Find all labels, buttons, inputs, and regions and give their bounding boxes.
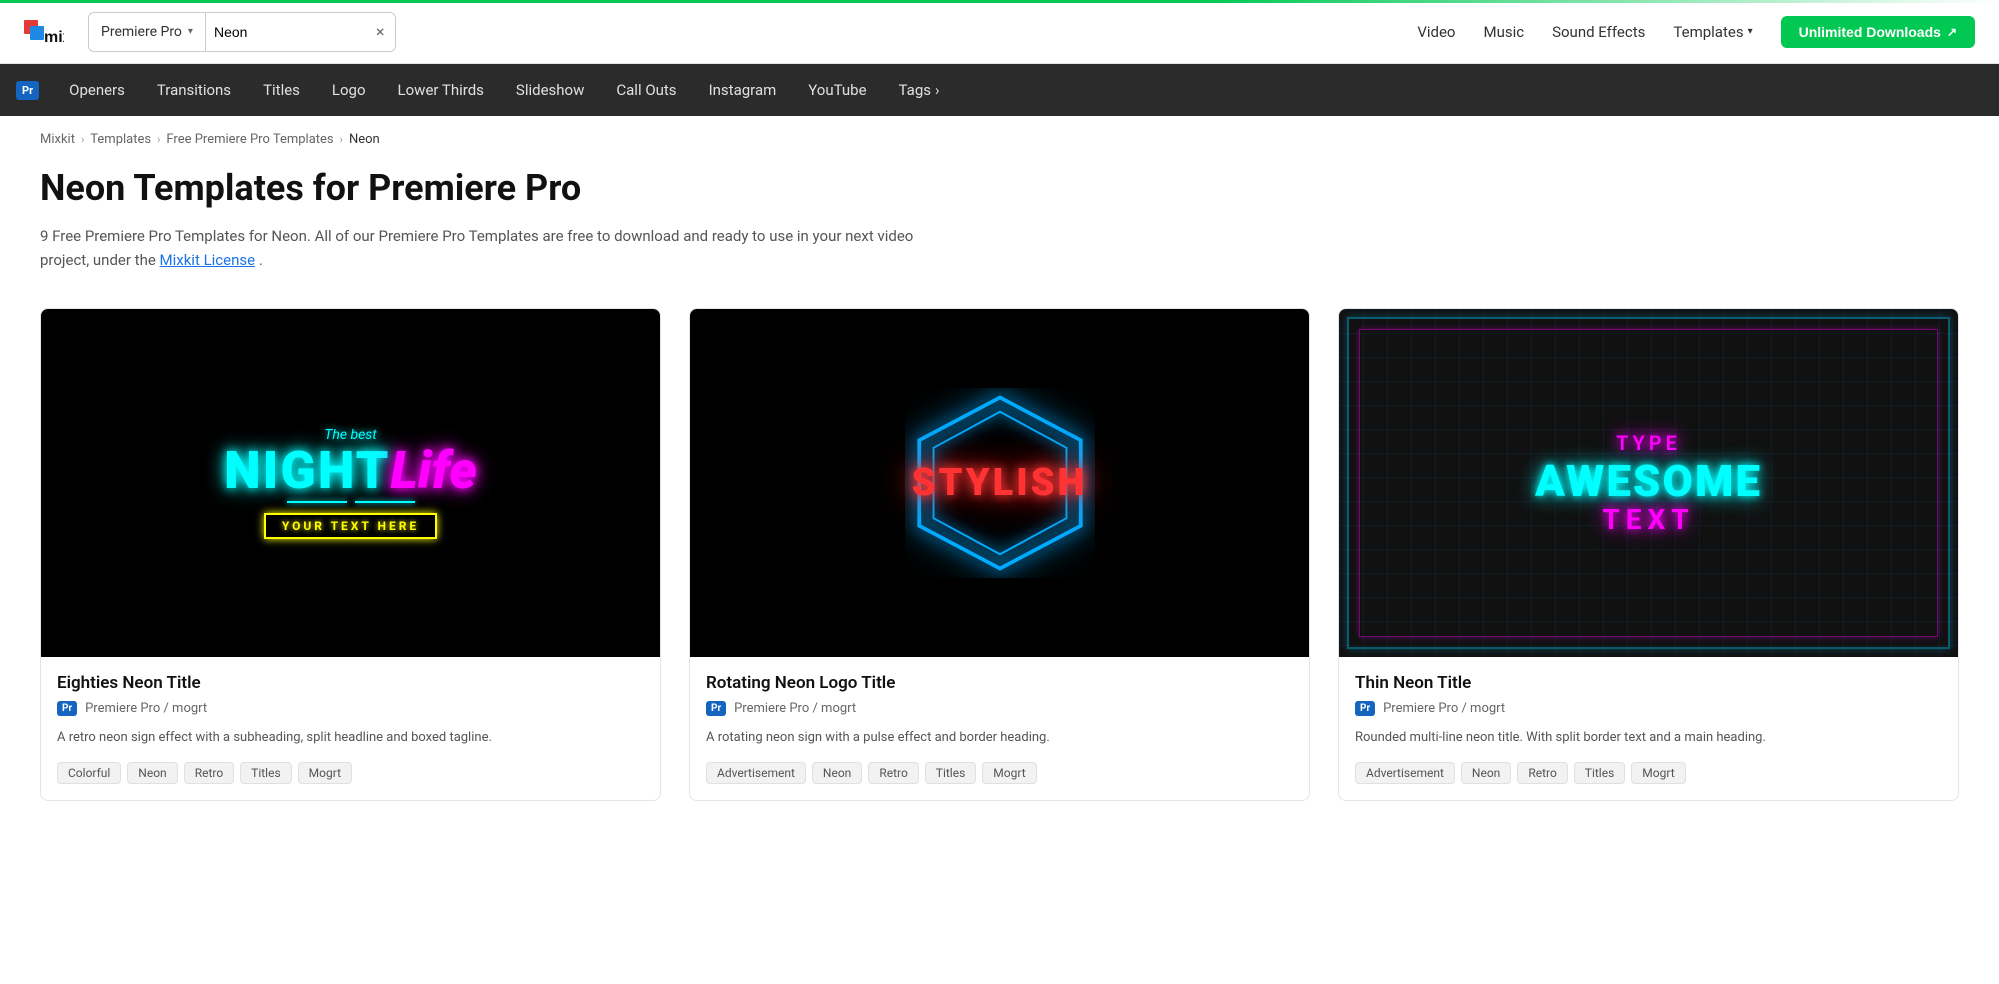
- page-description: 9 Free Premiere Pro Templates for Neon. …: [40, 224, 940, 272]
- tag-colorful[interactable]: Colorful: [57, 762, 121, 784]
- template-meta-1: Pr Premiere Pro / mogrt: [57, 701, 644, 716]
- tag-mogrt-2[interactable]: Mogrt: [982, 762, 1036, 784]
- search-input[interactable]: [206, 13, 366, 51]
- breadcrumb-sep-1: ›: [81, 133, 84, 146]
- breadcrumb-templates[interactable]: Templates: [90, 132, 151, 147]
- pr-badge-1: Pr: [57, 701, 77, 716]
- template-type-2: Premiere Pro / mogrt: [734, 701, 856, 716]
- secondary-nav: Pr Openers Transitions Titles Logo Lower…: [0, 64, 1999, 116]
- tag-neon-2[interactable]: Neon: [812, 762, 862, 784]
- tag-advertisement-2[interactable]: Advertisement: [706, 762, 806, 784]
- search-clear-button[interactable]: ×: [366, 13, 395, 51]
- external-link-icon: ↗: [1947, 25, 1957, 39]
- sec-nav-youtube[interactable]: YouTube: [794, 75, 880, 105]
- category-label: Premiere Pro: [101, 24, 182, 40]
- template-desc-2: A rotating neon sign with a pulse effect…: [706, 728, 1293, 748]
- template-desc-3: Rounded multi-line neon title. With spli…: [1355, 728, 1942, 748]
- template-info-1: Eighties Neon Title Pr Premiere Pro / mo…: [41, 657, 660, 800]
- template-tags-1: Colorful Neon Retro Titles Mogrt: [57, 762, 644, 784]
- sec-nav-slideshow[interactable]: Slideshow: [502, 75, 598, 105]
- tags-chevron: ›: [935, 81, 940, 99]
- template-desc-1: A retro neon sign effect with a subheadi…: [57, 728, 644, 748]
- nav-sound-effects[interactable]: Sound Effects: [1552, 23, 1645, 41]
- neon-logo-preview: STYLISH: [900, 383, 1100, 583]
- svg-text:mixkit: mixkit: [44, 29, 64, 46]
- sec-nav-titles[interactable]: Titles: [249, 75, 314, 105]
- sec-nav-call-outs[interactable]: Call Outs: [602, 75, 690, 105]
- neon-type-preview: TYPE AWESOME TEXT: [1515, 411, 1782, 556]
- progress-bar: [0, 0, 1999, 3]
- main-nav-links: Video Music Sound Effects Templates ▾ Un…: [1417, 16, 1975, 48]
- sec-nav-transitions[interactable]: Transitions: [143, 75, 245, 105]
- nav-music[interactable]: Music: [1483, 23, 1524, 41]
- template-type-1: Premiere Pro / mogrt: [85, 701, 207, 716]
- top-nav: mixkit Premiere Pro ▾ × Video Music Soun…: [0, 0, 1999, 116]
- nav-video[interactable]: Video: [1417, 23, 1455, 41]
- tag-mogrt-1[interactable]: Mogrt: [298, 762, 352, 784]
- tag-titles-2[interactable]: Titles: [925, 762, 976, 784]
- sec-nav-logo[interactable]: Logo: [318, 75, 380, 105]
- pr-badge-3: Pr: [1355, 701, 1375, 716]
- neon-nightlife-preview: The best NIGHT Life YOUR TEXT HERE: [204, 407, 497, 559]
- sec-nav-lower-thirds[interactable]: Lower Thirds: [384, 75, 498, 105]
- template-thumb-2: STYLISH: [690, 309, 1309, 657]
- category-chevron: ▾: [188, 26, 193, 37]
- breadcrumb-free-templates[interactable]: Free Premiere Pro Templates: [166, 132, 333, 147]
- template-name-3: Thin Neon Title: [1355, 673, 1942, 693]
- nav-templates-dropdown[interactable]: Templates ▾: [1673, 23, 1752, 41]
- template-meta-2: Pr Premiere Pro / mogrt: [706, 701, 1293, 716]
- license-link[interactable]: Mixkit License: [160, 251, 256, 269]
- tags-label: Tags: [899, 81, 931, 99]
- template-meta-3: Pr Premiere Pro / mogrt: [1355, 701, 1942, 716]
- template-tags-3: Advertisement Neon Retro Titles Mogrt: [1355, 762, 1942, 784]
- tag-neon-3[interactable]: Neon: [1461, 762, 1511, 784]
- pr-badge-2: Pr: [706, 701, 726, 716]
- unlimited-label: Unlimited Downloads: [1799, 24, 1941, 40]
- template-card-3[interactable]: TYPE AWESOME TEXT Thin Neon Title Pr Pre…: [1338, 308, 1959, 801]
- page-content: Neon Templates for Premiere Pro 9 Free P…: [0, 147, 1999, 841]
- tag-advertisement-3[interactable]: Advertisement: [1355, 762, 1455, 784]
- tag-retro-2[interactable]: Retro: [868, 762, 918, 784]
- template-name-2: Rotating Neon Logo Title: [706, 673, 1293, 693]
- breadcrumb-mixkit[interactable]: Mixkit: [40, 132, 75, 147]
- category-selector[interactable]: Premiere Pro ▾: [89, 13, 206, 51]
- template-info-2: Rotating Neon Logo Title Pr Premiere Pro…: [690, 657, 1309, 800]
- nav-templates-chevron: ▾: [1748, 26, 1753, 37]
- tag-mogrt-3[interactable]: Mogrt: [1631, 762, 1685, 784]
- sec-nav-tags[interactable]: Tags ›: [885, 75, 954, 105]
- tag-retro-1[interactable]: Retro: [184, 762, 234, 784]
- template-info-3: Thin Neon Title Pr Premiere Pro / mogrt …: [1339, 657, 1958, 800]
- sec-nav-instagram[interactable]: Instagram: [695, 75, 791, 105]
- page-title: Neon Templates for Premiere Pro: [40, 167, 1959, 210]
- template-thumb-3: TYPE AWESOME TEXT: [1339, 309, 1958, 657]
- desc-end: .: [259, 251, 263, 269]
- template-type-3: Premiere Pro / mogrt: [1383, 701, 1505, 716]
- tag-retro-3[interactable]: Retro: [1517, 762, 1567, 784]
- template-card-1[interactable]: The best NIGHT Life YOUR TEXT HERE Eight…: [40, 308, 661, 801]
- template-name-1: Eighties Neon Title: [57, 673, 644, 693]
- sec-nav-openers[interactable]: Openers: [55, 75, 139, 105]
- logo[interactable]: mixkit: [24, 12, 64, 52]
- tag-titles-1[interactable]: Titles: [240, 762, 291, 784]
- template-card-2[interactable]: STYLISH Rotating Neon Logo Title Pr Prem…: [689, 308, 1310, 801]
- nav-templates-label: Templates: [1673, 23, 1743, 41]
- search-bar[interactable]: Premiere Pro ▾ ×: [88, 12, 396, 52]
- unlimited-downloads-button[interactable]: Unlimited Downloads ↗: [1781, 16, 1975, 48]
- breadcrumb-sep-2: ›: [157, 133, 160, 146]
- breadcrumb: Mixkit › Templates › Free Premiere Pro T…: [0, 116, 1999, 147]
- tag-titles-3[interactable]: Titles: [1574, 762, 1625, 784]
- template-tags-2: Advertisement Neon Retro Titles Mogrt: [706, 762, 1293, 784]
- tag-neon-1[interactable]: Neon: [127, 762, 177, 784]
- template-grid: The best NIGHT Life YOUR TEXT HERE Eight…: [40, 308, 1959, 801]
- breadcrumb-current: Neon: [349, 132, 380, 147]
- breadcrumb-sep-3: ›: [340, 133, 343, 146]
- pr-badge: Pr: [16, 81, 39, 100]
- template-thumb-1: The best NIGHT Life YOUR TEXT HERE: [41, 309, 660, 657]
